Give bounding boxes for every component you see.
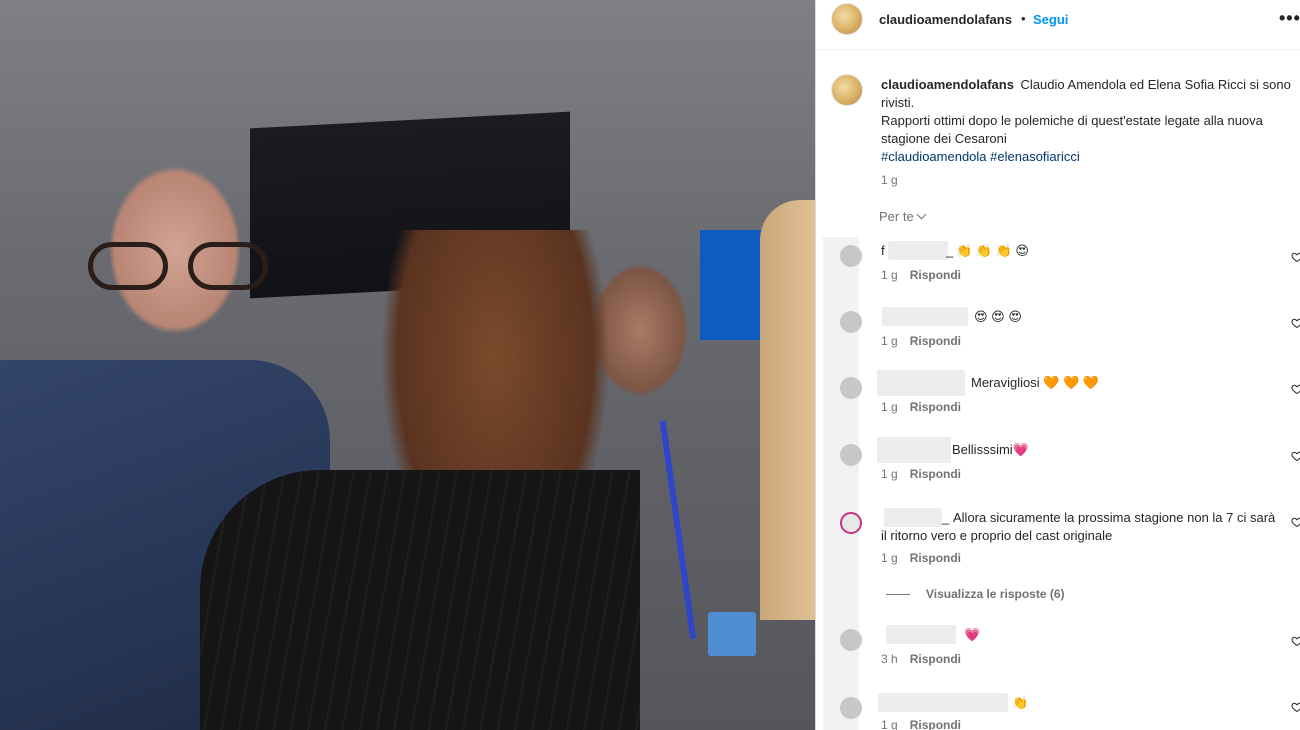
reply-button[interactable]: Rispondi [910, 551, 961, 565]
comment-item: f _ 👏 👏 👏 😍 1 g Rispondi [816, 241, 1300, 301]
comment-item: Meravigliosi 🧡 🧡 🧡 1 g Rispondi [816, 370, 1300, 433]
comment-time[interactable]: 1 g [881, 467, 898, 481]
comment-meta: 1 g Rispondi [881, 718, 961, 730]
comments-sort-label: Per te [879, 209, 914, 224]
comment-text: 😍 😍 😍 [974, 309, 1022, 324]
comment-meta: 1 g Rispondi [881, 334, 961, 348]
photo-glasses [88, 242, 268, 290]
caption-username[interactable]: claudioamendolafans [881, 77, 1014, 92]
hashtag-link[interactable]: #elenasofiaricci [990, 149, 1080, 164]
heart-outline-icon[interactable] [1291, 317, 1300, 329]
view-replies-button[interactable]: Visualizza le risposte (6) [886, 587, 1065, 601]
redacted-username [882, 307, 968, 326]
comment-item: 💗 3 h Rispondi [816, 625, 1300, 685]
comment-time[interactable]: 1 g [881, 334, 898, 348]
redacted-username [877, 437, 951, 463]
author-avatar[interactable] [831, 3, 863, 35]
comment-time[interactable]: 1 g [881, 718, 898, 730]
heart-outline-icon[interactable] [1291, 701, 1300, 713]
commenter-avatar[interactable] [840, 629, 862, 651]
heart-outline-icon[interactable] [1291, 251, 1300, 263]
comment-meta: 1 g Rispondi [881, 268, 961, 282]
comment-text: Allora sicuramente la prossima stagione … [881, 510, 1276, 543]
comment-text: 👏 👏 👏 😍 [956, 243, 1029, 258]
commenter-avatar[interactable] [840, 311, 862, 333]
comment-item: _ Allora sicuramente la prossima stagion… [816, 508, 1300, 578]
commenter-username[interactable]: f [881, 242, 885, 260]
follow-button[interactable]: Segui [1033, 12, 1068, 27]
caption-timestamp[interactable]: 1 g [881, 173, 898, 187]
view-replies-label: Visualizza le risposte (6) [926, 587, 1065, 601]
reply-button[interactable]: Rispondi [910, 718, 961, 730]
comment-meta: 1 g Rispondi [881, 467, 961, 481]
comment-meta: 1 g Rispondi [881, 551, 961, 565]
comment-time[interactable]: 1 g [881, 551, 898, 565]
commenter-avatar[interactable] [840, 697, 862, 719]
comments-sort-dropdown[interactable]: Per te [879, 209, 927, 224]
author-username[interactable]: claudioamendolafans [879, 12, 1012, 27]
reply-button[interactable]: Rispondi [910, 467, 961, 481]
caption-hashtags: #claudioamendola #elenasofiaricci [881, 149, 1080, 164]
caption-text: claudioamendolafans Claudio Amendola ed … [881, 76, 1300, 166]
comment-text: 👏 [1012, 695, 1029, 710]
photo-woman-jacket [200, 470, 640, 730]
commenter-avatar[interactable] [840, 245, 862, 267]
reply-button[interactable]: Rispondi [910, 652, 961, 666]
commenter-username-suffix: _ [946, 243, 954, 258]
redacted-username [877, 370, 965, 396]
photo-blonde-hair [760, 200, 815, 620]
photo-lanyard [659, 420, 697, 640]
comment-item: 👏 1 g Rispondi [816, 693, 1300, 730]
heart-outline-icon[interactable] [1291, 516, 1300, 528]
reply-button[interactable]: Rispondi [910, 334, 961, 348]
heart-outline-icon[interactable] [1291, 383, 1300, 395]
commenter-avatar[interactable] [840, 377, 862, 399]
redacted-username [886, 625, 956, 644]
header-separator: • [1021, 11, 1026, 26]
comment-text: Meravigliosi 🧡 🧡 🧡 [971, 375, 1100, 390]
hashtag-link[interactable]: #claudioamendola [881, 149, 987, 164]
comment-item: Bellisssimi💗 1 g Rispondi [816, 437, 1300, 500]
redacted-username [888, 241, 948, 260]
comment-text: Bellisssimi💗 [952, 442, 1029, 457]
comment-text: 💗 [964, 627, 981, 642]
commenter-avatar[interactable] [840, 444, 862, 466]
comment-time[interactable]: 1 g [881, 400, 898, 414]
caption-avatar[interactable] [831, 74, 863, 106]
caption-line-2: Rapporti ottimi dopo le polemiche di que… [881, 113, 1263, 146]
comment-item: 😍 😍 😍 1 g Rispondi [816, 307, 1300, 367]
chevron-down-icon [916, 209, 927, 220]
reply-button[interactable]: Rispondi [910, 400, 961, 414]
view-replies-line [886, 594, 910, 596]
post-photo[interactable] [0, 0, 815, 730]
post-header: claudioamendolafans • Segui ••• [816, 0, 1300, 50]
comment-time[interactable]: 3 h [881, 652, 898, 666]
comment-time[interactable]: 1 g [881, 268, 898, 282]
comment-meta: 3 h Rispondi [881, 652, 961, 666]
heart-outline-icon[interactable] [1291, 635, 1300, 647]
more-options-icon[interactable]: ••• [1279, 8, 1300, 29]
heart-outline-icon[interactable] [1291, 450, 1300, 462]
post-side-panel: claudioamendolafans • Segui ••• claudioa… [816, 0, 1300, 730]
reply-button[interactable]: Rispondi [910, 268, 961, 282]
comment-meta: 1 g Rispondi [881, 400, 961, 414]
redacted-username [878, 693, 1008, 712]
commenter-avatar-story[interactable] [840, 512, 862, 534]
photo-badge [708, 612, 756, 656]
